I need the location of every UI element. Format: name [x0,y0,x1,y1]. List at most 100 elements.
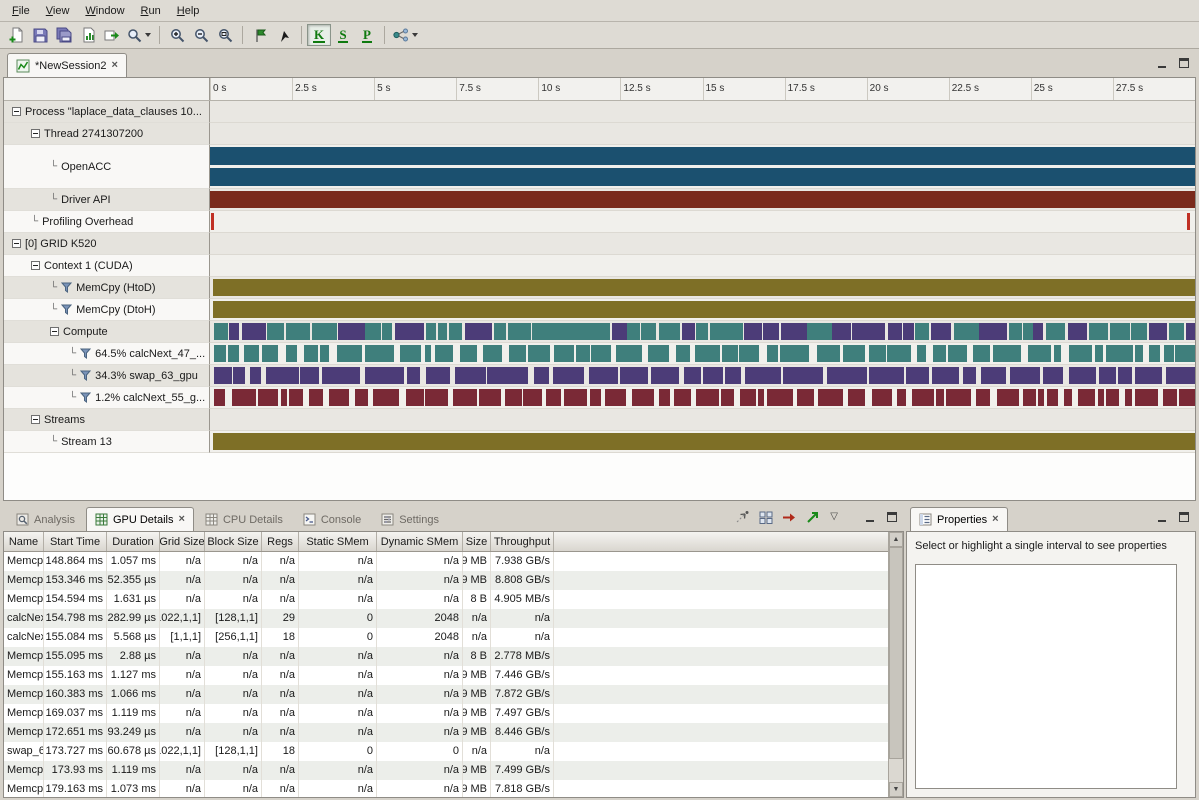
kernel-interval-bar[interactable] [1028,345,1051,362]
kernel-interval-bar[interactable] [797,389,814,406]
kernel-interval-bar[interactable] [682,323,695,340]
properties-minimize-icon[interactable] [1156,512,1168,523]
kernel-interval-bar[interactable] [767,345,777,362]
kernel-interval-bar[interactable] [309,389,323,406]
gpu-details-tab-close-icon[interactable]: × [179,514,185,525]
timeline-row-label-cell[interactable]: └34.3% swap_63_gpu [4,365,210,387]
kernel-interval-bar[interactable] [954,323,978,340]
run-analysis-button[interactable] [390,24,421,46]
kernel-interval-bar[interactable] [932,367,959,384]
kernel-interval-bar[interactable] [915,323,929,340]
timeline-row-label-cell[interactable]: └Driver API [4,189,210,211]
kernel-interval-bar[interactable] [641,323,656,340]
kernel-interval-bar[interactable] [232,389,256,406]
kernel-interval-bar[interactable] [993,345,1022,362]
kernel-interval-bar[interactable] [322,367,360,384]
menu-run[interactable]: Run [133,2,169,20]
save-all-button[interactable] [52,24,76,46]
kernel-interval-bar[interactable] [620,367,648,384]
timeline-row-label-cell[interactable]: └MemCpy (DtoH) [4,299,210,321]
table-row[interactable]: Memcpy148.864 ms1.057 msn/an/an/an/an/a9… [4,552,888,571]
filter-funnel-icon[interactable] [61,282,72,293]
kernel-interval-bar[interactable] [780,345,809,362]
kernel-interval-bar[interactable] [605,389,626,406]
kernel-interval-bar[interactable] [1164,345,1174,362]
kernel-interval-bar[interactable] [1023,389,1036,406]
kernel-interval-bar[interactable] [553,367,584,384]
kernel-interval-bar[interactable] [872,389,892,406]
kernel-interval-bar[interactable] [425,345,432,362]
kernel-interval-bar[interactable] [674,389,691,406]
kernel-interval-bar[interactable] [843,345,866,362]
timeline-row[interactable]: [0] GRID K520 [4,233,1195,255]
timeline-row-label-cell[interactable]: └OpenACC [4,145,210,189]
kernel-interval-bar[interactable] [963,367,976,384]
interval-bar[interactable] [213,279,1195,296]
kernel-interval-bar[interactable] [1149,345,1160,362]
kernel-interval-bar[interactable] [1099,367,1116,384]
kernel-interval-bar[interactable] [976,389,991,406]
kernel-interval-bar[interactable] [266,367,299,384]
kernel-interval-bar[interactable] [1047,389,1057,406]
zoom-in-button[interactable] [165,24,189,46]
navigate-icon[interactable] [735,510,750,524]
kernel-interval-bar[interactable] [1054,345,1061,362]
column-header[interactable]: Throughput [491,532,554,551]
kernel-interval-bar[interactable] [483,345,503,362]
process-mode-button[interactable]: P [355,24,379,46]
column-header[interactable]: Block Size [205,532,262,551]
set-marker-button[interactable] [248,24,272,46]
timeline-row[interactable]: └MemCpy (DtoH) [4,299,1195,321]
column-header[interactable]: Size [463,532,491,551]
kernel-interval-bar[interactable] [1110,323,1131,340]
filter-funnel-icon[interactable] [80,370,91,381]
kernel-interval-bar[interactable] [948,345,967,362]
kernel-interval-bar[interactable] [1068,323,1087,340]
kernel-interval-bar[interactable] [997,389,1018,406]
kernel-interval-bar[interactable] [1163,389,1176,406]
kernel-interval-bar[interactable] [1135,367,1162,384]
kernel-interval-bar[interactable] [320,345,329,362]
kernel-interval-bar[interactable] [262,345,278,362]
timeline-row-label-cell[interactable]: └64.5% calcNext_47_... [4,343,210,365]
interval-bar[interactable] [210,191,1195,208]
kernel-interval-bar[interactable] [869,345,886,362]
kernel-interval-bar[interactable] [1033,323,1043,340]
kernel-interval-bar[interactable] [725,367,740,384]
kernel-interval-bar[interactable] [373,389,399,406]
kernel-interval-bar[interactable] [651,367,679,384]
kernel-interval-bar[interactable] [931,323,951,340]
kernel-interval-bar[interactable] [453,389,477,406]
table-row[interactable]: Memcpy153.346 ms952.355 µsn/an/an/an/an/… [4,571,888,590]
kernel-interval-bar[interactable] [267,323,284,340]
kernel-interval-bar[interactable] [1131,323,1147,340]
export-button[interactable] [100,24,124,46]
new-session-button[interactable] [4,24,28,46]
kernel-interval-bar[interactable] [242,323,252,340]
kernel-interval-bar[interactable] [979,323,1007,340]
kernel-interval-bar[interactable] [887,345,911,362]
kernel-interval-bar[interactable] [233,367,244,384]
kernel-interval-bar[interactable] [1135,345,1142,362]
kernel-interval-bar[interactable] [696,389,719,406]
collapse-toggle-icon[interactable] [31,129,40,138]
kernel-interval-bar[interactable] [739,345,758,362]
kernel-interval-bar[interactable] [584,323,610,340]
kernel-interval-bar[interactable] [1009,323,1022,340]
table-row[interactable]: calcNext154.798 ms282.99 µs[1022,1,1][12… [4,609,888,628]
kernel-interval-bar[interactable] [1118,367,1132,384]
kernel-interval-bar[interactable] [532,323,556,340]
filter-funnel-icon[interactable] [61,304,72,315]
zoom-fit-button[interactable] [213,24,237,46]
properties-tab-close-icon[interactable]: × [992,514,998,525]
timeline-row-label-cell[interactable]: Compute [4,321,210,343]
kernel-interval-bar[interactable] [395,323,424,340]
timeline-row[interactable]: Process "laplace_data_clauses 10... [4,101,1195,123]
kernel-interval-bar[interactable] [1098,389,1104,406]
kernel-interval-bar[interactable] [684,367,701,384]
kernel-interval-bar[interactable] [338,323,365,340]
kernel-interval-bar[interactable] [973,345,990,362]
menu-file[interactable]: File [4,2,38,20]
kernel-interval-bar[interactable] [300,367,319,384]
kernel-interval-bar[interactable] [214,323,228,340]
